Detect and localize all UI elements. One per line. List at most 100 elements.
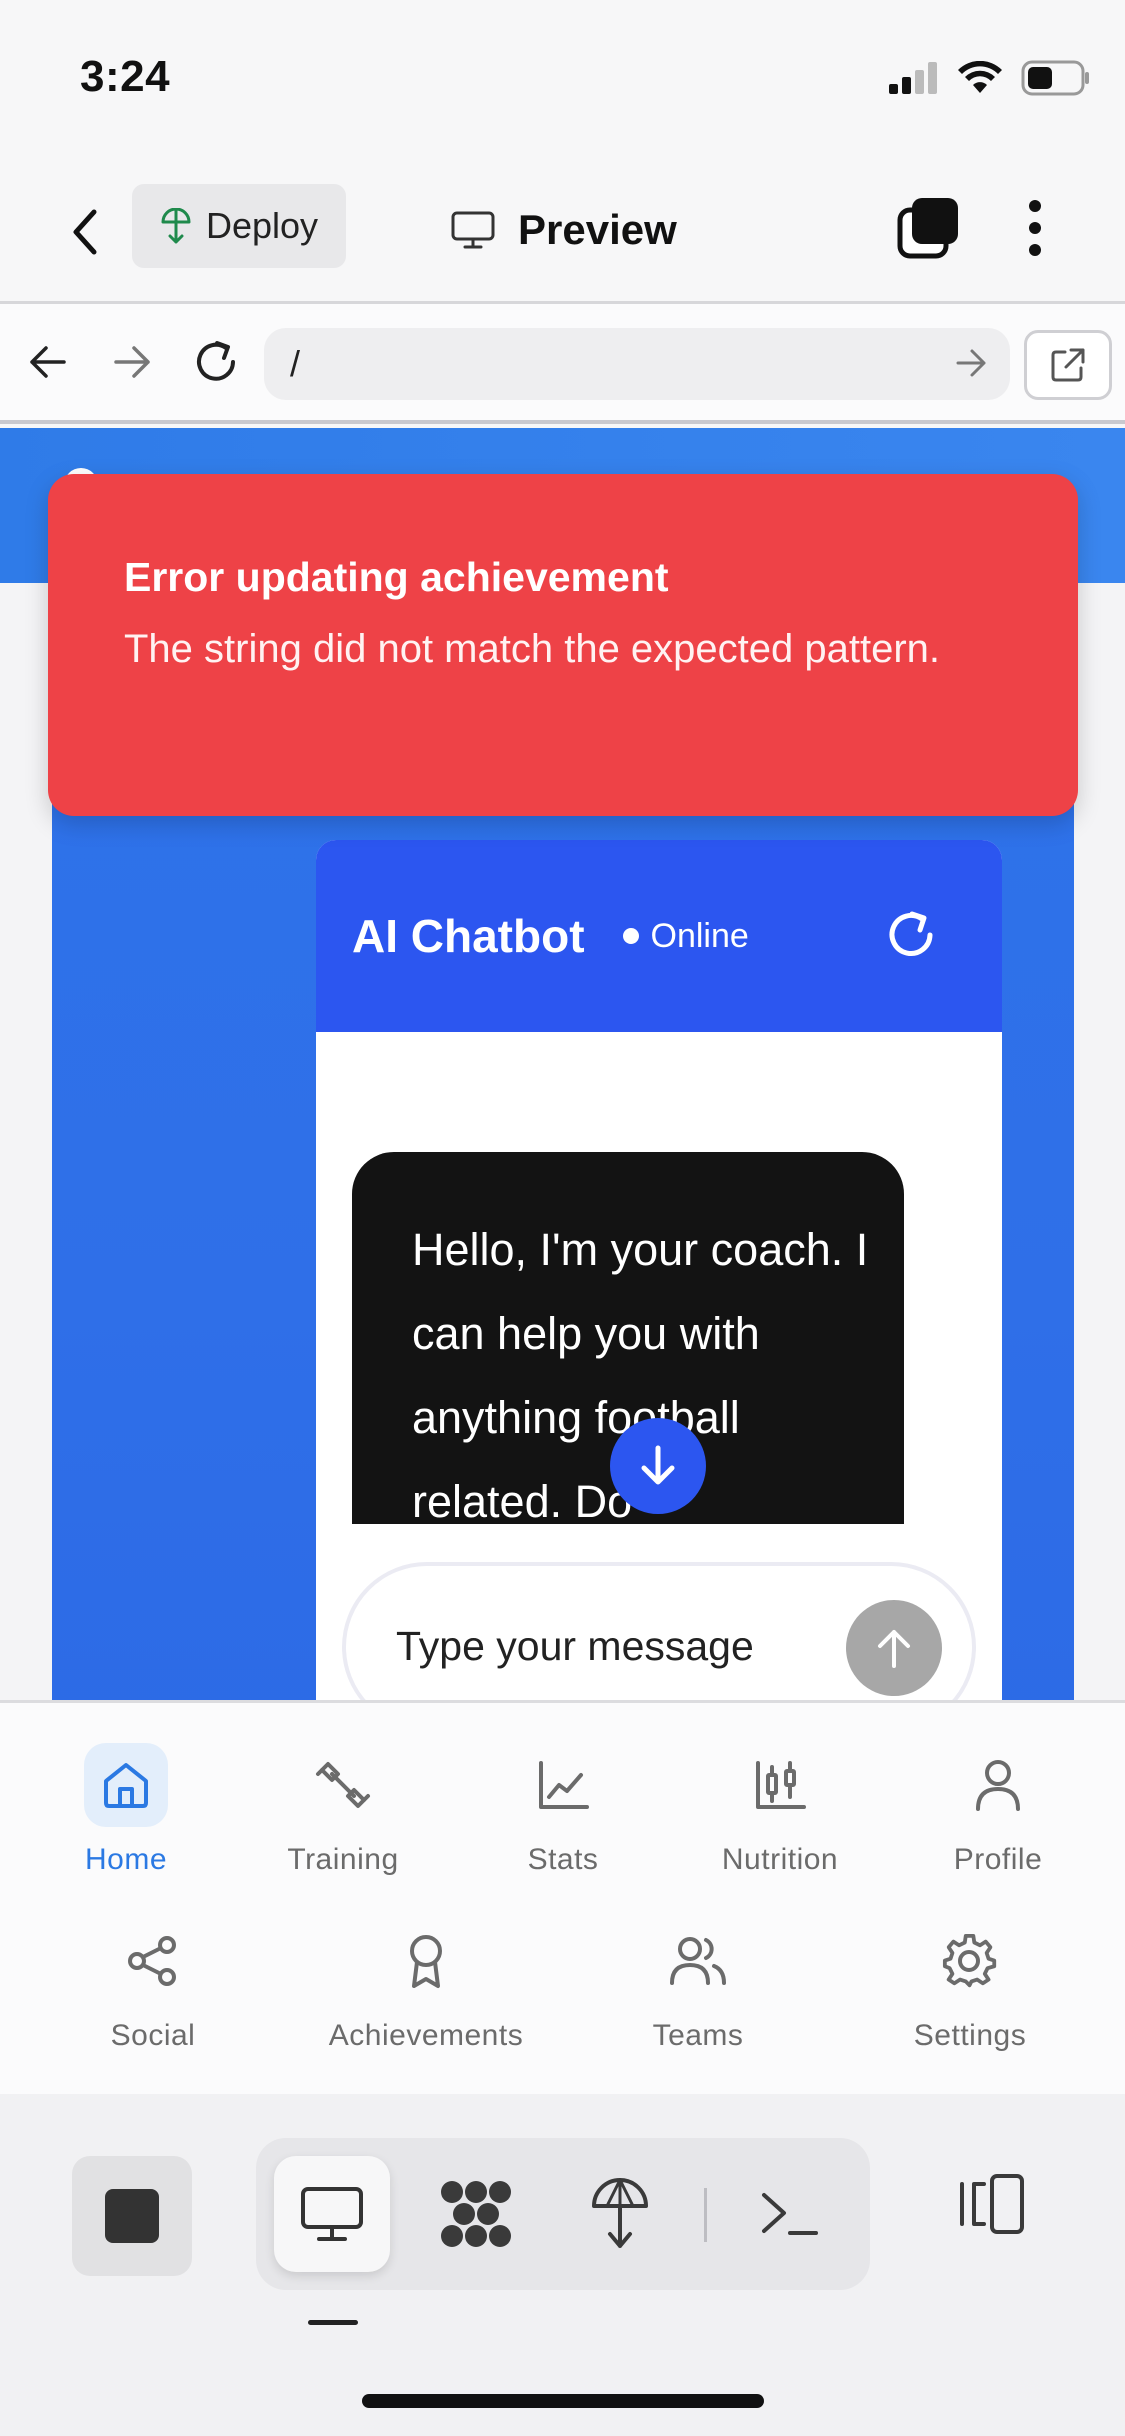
more-menu-button[interactable]: [1015, 196, 1055, 260]
preview-tab[interactable]: Preview: [450, 194, 677, 266]
dumbbell-icon: [316, 1762, 370, 1808]
dot-icon: [1029, 244, 1041, 256]
candlestick-icon: [756, 1761, 806, 1809]
gear-icon: [942, 1933, 997, 1988]
terminal-tool-button[interactable]: [732, 2156, 848, 2272]
chatbot-widget: AI Chatbot Online Hello, I'm your coach.…: [316, 840, 1002, 1704]
nav-label-profile: Profile: [953, 1843, 1043, 1876]
nav-label-nutrition: Nutrition: [721, 1843, 839, 1876]
arrow-left-icon: [30, 346, 66, 378]
tool-divider: [704, 2188, 707, 2242]
browser-back-button[interactable]: [20, 334, 76, 390]
home-indicator: [362, 2394, 764, 2408]
settings-icon-wrap: [928, 1919, 1012, 2003]
nav-item-stats[interactable]: Stats: [508, 1743, 618, 1877]
active-tool-indicator: [308, 2320, 358, 2325]
status-time: 3:24: [80, 52, 171, 101]
nav-label-training: Training: [287, 1843, 399, 1876]
deploy-tool-button[interactable]: [562, 2156, 678, 2272]
nav-label-settings: Settings: [913, 2019, 1027, 2052]
online-indicator: [622, 928, 639, 944]
home-icon: [104, 1763, 148, 1808]
deploy-button[interactable]: Deploy: [132, 184, 346, 268]
preview-label: Preview: [518, 206, 677, 253]
nav-item-training[interactable]: Training: [278, 1743, 408, 1877]
browser-bar: /: [0, 304, 1125, 424]
stop-button[interactable]: [72, 2156, 192, 2276]
network-icon: [441, 2181, 511, 2247]
nav-item-profile[interactable]: Profile: [940, 1743, 1056, 1877]
toast-message: The string did not match the expected pa…: [124, 627, 941, 671]
deploy-label: Deploy: [206, 205, 319, 246]
panel-icon: [960, 2174, 1024, 2234]
reload-button[interactable]: [188, 334, 244, 390]
nav-item-nutrition[interactable]: Nutrition: [712, 1743, 848, 1877]
panel-toggle-button[interactable]: [956, 2168, 1028, 2240]
toast-title: Error updating achievement: [124, 554, 669, 600]
status-bar: 3:24: [0, 0, 1125, 160]
browser-forward-button[interactable]: [104, 334, 160, 390]
reload-icon: [197, 341, 235, 381]
cellular-signal-icon: [889, 62, 937, 94]
message-input[interactable]: [396, 1606, 836, 1686]
refresh-icon: [889, 911, 933, 956]
deploy-icon: [592, 2178, 648, 2248]
social-icon-wrap: [111, 1919, 195, 2003]
chat-input-bar: [342, 1562, 976, 1704]
chat-refresh-button[interactable]: [882, 906, 940, 964]
open-external-button[interactable]: [1024, 330, 1112, 400]
nav-item-settings[interactable]: Settings: [902, 1919, 1038, 2053]
nav-label-social: Social: [110, 2019, 196, 2052]
deploy-icon: [161, 208, 191, 244]
nutrition-icon-wrap: [738, 1743, 822, 1827]
nav-item-social[interactable]: Social: [98, 1919, 208, 2053]
send-button[interactable]: [846, 1600, 942, 1696]
award-icon: [410, 1935, 442, 1988]
share-icon: [128, 1936, 176, 1986]
go-arrow-icon[interactable]: [954, 346, 988, 380]
users-icon: [670, 1937, 726, 1985]
stats-icon-wrap: [521, 1743, 605, 1827]
app-bar: Deploy Preview: [0, 160, 1125, 304]
user-icon: [976, 1760, 1020, 1811]
chatbot-title: AI Chatbot: [352, 910, 585, 962]
chatbot-header: AI Chatbot Online: [316, 840, 1002, 1032]
arrow-right-icon: [114, 346, 150, 378]
chat-messages[interactable]: Hello, I'm your coach. I can help you wi…: [316, 1032, 1002, 1704]
tool-group: [256, 2138, 870, 2290]
error-toast[interactable]: Error updating achievement The string di…: [48, 474, 1078, 816]
url-input[interactable]: /: [264, 328, 1010, 400]
stop-icon: [105, 2189, 159, 2243]
battery-icon: [1021, 60, 1089, 96]
home-icon-wrap: [84, 1743, 168, 1827]
nav-label-home: Home: [84, 1843, 168, 1876]
monitor-icon: [451, 211, 495, 249]
preview-tool-button[interactable]: [274, 2156, 390, 2272]
nav-label-stats: Stats: [527, 1843, 599, 1876]
scroll-down-button[interactable]: [610, 1418, 706, 1514]
tabs-icon: [897, 198, 958, 259]
monitor-icon: [301, 2187, 363, 2241]
back-button[interactable]: [60, 202, 110, 262]
tool-dock: [0, 2094, 1125, 2436]
external-link-icon: [1051, 348, 1085, 382]
workflow-tool-button[interactable]: [418, 2156, 534, 2272]
nav-item-achievements[interactable]: Achievements: [318, 1919, 534, 2053]
url-value: /: [290, 343, 301, 384]
online-status: Online: [650, 916, 749, 955]
wifi-icon: [958, 61, 1002, 93]
bottom-nav: Home Training Stats Nutrition Profile So…: [0, 1700, 1125, 2094]
training-icon-wrap: [301, 1743, 385, 1827]
chevron-left-icon: [73, 209, 97, 255]
status-icons: [889, 60, 1091, 96]
arrow-down-icon: [641, 1445, 675, 1485]
terminal-icon: [762, 2193, 818, 2235]
teams-icon-wrap: [656, 1919, 740, 2003]
tabs-button[interactable]: [896, 196, 960, 260]
nav-item-home[interactable]: Home: [68, 1743, 184, 1877]
nav-label-teams: Teams: [652, 2019, 744, 2052]
line-chart-icon: [539, 1761, 589, 1809]
achievements-icon-wrap: [384, 1919, 468, 2003]
dot-icon: [1029, 200, 1041, 212]
nav-item-teams[interactable]: Teams: [640, 1919, 756, 2053]
